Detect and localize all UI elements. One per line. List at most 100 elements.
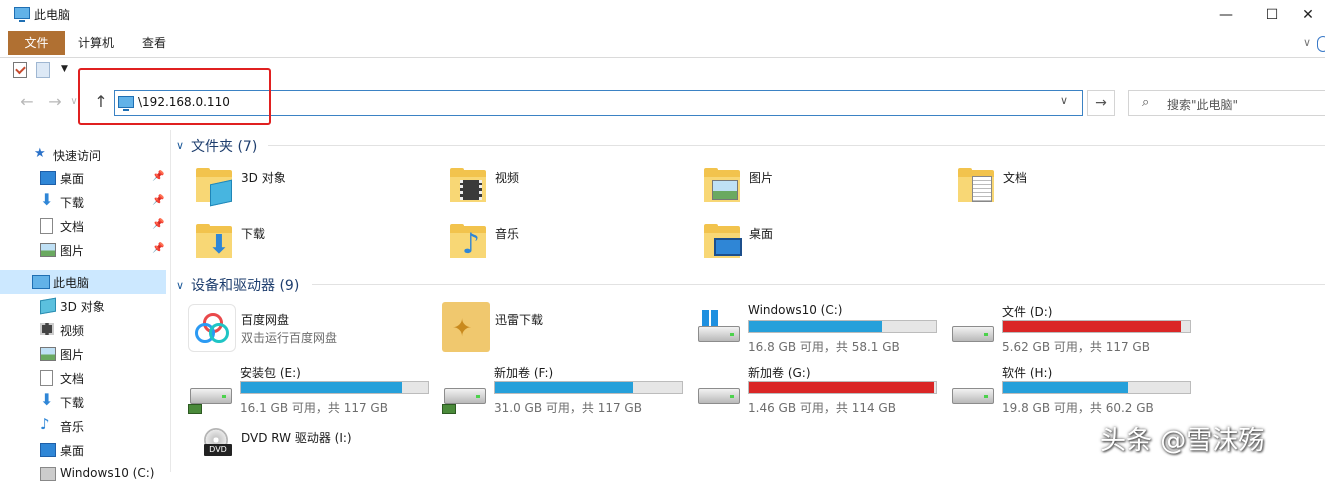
folder-pictures[interactable]: 图片	[704, 166, 954, 212]
drive-usage-bar	[748, 320, 937, 333]
tab-view[interactable]: 查看	[142, 31, 166, 55]
drive-icon	[950, 370, 994, 410]
folders-section-header[interactable]: 文件夹 (7)	[191, 136, 257, 156]
network-drive-icon	[442, 370, 486, 414]
app-label: 迅雷下载	[495, 313, 544, 327]
drive-free-space: 16.1 GB 可用，共 117 GB	[240, 401, 388, 415]
ribbon-expand-button[interactable]: ∨	[1303, 36, 1311, 49]
sidebar-item-quick-access[interactable]: 快速访问	[53, 147, 101, 164]
back-button[interactable]: ←	[16, 91, 38, 113]
folder-music[interactable]: ♪ 音乐	[450, 222, 700, 268]
tab-computer[interactable]: 计算机	[78, 31, 114, 55]
pin-icon[interactable]: 📌	[152, 219, 164, 230]
drive-icon	[696, 370, 740, 410]
sidebar-item-documents[interactable]: 文档 📌	[0, 214, 166, 238]
sidebar-item-videos[interactable]: 视频	[0, 318, 166, 342]
forward-button[interactable]: →	[44, 91, 66, 113]
collapse-folders-chevron-icon[interactable]: ∨	[176, 139, 184, 152]
pin-icon[interactable]: 📌	[152, 243, 164, 254]
music-icon: ♪	[450, 224, 486, 258]
drive-free-space: 31.0 GB 可用，共 117 GB	[494, 401, 642, 415]
folder-videos[interactable]: 视频	[450, 166, 700, 212]
new-folder-icon[interactable]	[36, 62, 50, 78]
sidebar-item-pictures[interactable]: 图片 📌	[0, 238, 166, 262]
app-baidu-netdisk[interactable]: 百度网盘 双击运行百度网盘	[188, 302, 438, 352]
drive-name: 新加卷 (F:)	[494, 366, 554, 380]
desktop-icon	[40, 171, 56, 185]
drive-name: Windows10 (C:)	[748, 303, 843, 317]
folder-documents[interactable]: 文档	[958, 166, 1208, 212]
tab-file[interactable]: 文件	[8, 31, 65, 55]
address-history-dropdown[interactable]: ∨	[1060, 94, 1068, 107]
sidebar-item-label: 桌面	[60, 172, 85, 186]
drive-usage-bar	[494, 381, 683, 394]
sidebar-item-desktop[interactable]: 桌面	[0, 438, 166, 462]
desktop-icon	[704, 224, 742, 258]
drive-d[interactable]: 文件 (D:) 5.62 GB 可用，共 117 GB	[950, 302, 1200, 354]
go-button[interactable]: →	[1087, 90, 1115, 116]
sidebar-item-music[interactable]: ♪ 音乐	[0, 414, 166, 438]
drive-dvd[interactable]: DVD DVD RW 驱动器 (I:)	[200, 426, 450, 472]
properties-icon[interactable]	[13, 62, 27, 78]
folder-label: 下载	[241, 227, 266, 241]
close-button[interactable]: ✕	[1291, 0, 1325, 31]
app-xunlei[interactable]: ✦ 迅雷下载	[442, 302, 692, 352]
drive-f[interactable]: 新加卷 (F:) 31.0 GB 可用，共 117 GB	[442, 364, 692, 416]
sidebar-item-label: 下载	[60, 396, 85, 410]
drive-name: 软件 (H:)	[1002, 366, 1053, 380]
devices-section-header[interactable]: 设备和驱动器 (9)	[191, 275, 299, 295]
drive-g[interactable]: 新加卷 (G:) 1.46 GB 可用，共 114 GB	[696, 364, 946, 416]
drive-name: 文件 (D:)	[1002, 305, 1053, 319]
dvd-badge: DVD	[204, 444, 232, 456]
sidebar-item-3d-objects[interactable]: 3D 对象	[0, 294, 166, 318]
app-label: 百度网盘	[241, 313, 290, 327]
collapse-devices-chevron-icon[interactable]: ∨	[176, 279, 184, 292]
sidebar-item-windows10-c[interactable]: Windows10 (C:)	[0, 462, 166, 486]
star-icon: ★	[34, 146, 46, 161]
drive-e[interactable]: 安装包 (E:) 16.1 GB 可用，共 117 GB	[188, 364, 438, 416]
drive-usage-fill	[1003, 321, 1181, 332]
sidebar-item-pictures[interactable]: 图片	[0, 342, 166, 366]
window-title: 此电脑	[34, 8, 71, 22]
drive-free-space: 16.8 GB 可用，共 58.1 GB	[748, 340, 900, 354]
drive-usage-bar	[240, 381, 429, 394]
sidebar-item-label: 桌面	[60, 444, 85, 458]
drive-c[interactable]: Windows10 (C:) 16.8 GB 可用，共 58.1 GB	[696, 302, 946, 354]
minimize-button[interactable]: —	[1203, 0, 1249, 31]
drive-name: 安装包 (E:)	[240, 366, 301, 380]
folder-downloads[interactable]: ⬇ 下载	[196, 222, 446, 268]
pin-icon[interactable]: 📌	[152, 171, 164, 182]
pin-icon[interactable]: 📌	[152, 195, 164, 206]
3d-objects-icon	[40, 297, 56, 315]
folder-label: 文档	[1003, 171, 1028, 185]
drive-free-space: 1.46 GB 可用，共 114 GB	[748, 401, 896, 415]
drive-icon	[950, 308, 994, 348]
drive-free-space: 19.8 GB 可用，共 60.2 GB	[1002, 401, 1154, 415]
folder-3d-objects[interactable]: 3D 对象	[196, 166, 446, 212]
xunlei-icon: ✦	[442, 302, 490, 352]
sidebar-item-downloads[interactable]: ⬇ 下载	[0, 390, 166, 414]
search-input[interactable]: 搜索"此电脑"	[1167, 96, 1238, 113]
maximize-button[interactable]: ☐	[1249, 0, 1295, 31]
drive-usage-fill	[241, 382, 402, 393]
folder-desktop[interactable]: 桌面	[704, 222, 954, 268]
sidebar-item-this-pc[interactable]: 此电脑	[0, 270, 166, 294]
drive-name: DVD RW 驱动器 (I:)	[241, 431, 352, 445]
drive-usage-bar	[748, 381, 937, 394]
customize-toolbar-button[interactable]: ▼	[61, 64, 68, 74]
sidebar-item-label: 视频	[60, 324, 85, 338]
ribbon-tab-strip	[0, 31, 1325, 58]
videos-icon	[450, 168, 486, 202]
sidebar-item-label: 文档	[60, 220, 85, 234]
section-divider	[312, 284, 1325, 285]
sidebar-item-desktop[interactable]: 桌面 📌	[0, 166, 166, 190]
sidebar-item-downloads[interactable]: ⬇ 下载 📌	[0, 190, 166, 214]
drive-h[interactable]: 软件 (H:) 19.8 GB 可用，共 60.2 GB	[950, 364, 1200, 416]
address-input[interactable]	[138, 95, 1038, 109]
this-pc-icon	[14, 7, 30, 22]
title-bar	[0, 0, 1325, 31]
section-divider	[268, 145, 1325, 146]
help-icon[interactable]	[1317, 36, 1325, 52]
search-icon: ⌕	[1142, 95, 1150, 110]
sidebar-item-documents[interactable]: 文档	[0, 366, 166, 390]
